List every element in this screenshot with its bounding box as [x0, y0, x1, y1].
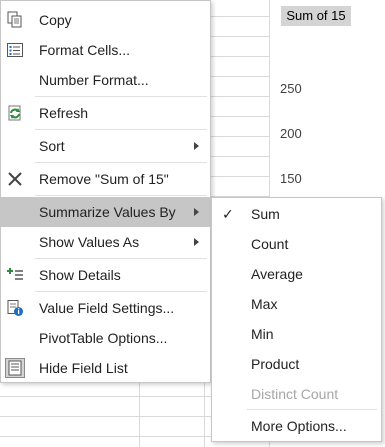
- y-axis-tick-label: 200: [280, 126, 302, 141]
- menu-item-copy[interactable]: Copy: [1, 5, 211, 35]
- menu-item-show-values-as[interactable]: Show Values As: [1, 227, 211, 257]
- submenu-item-label: Min: [251, 326, 274, 342]
- value-field-button[interactable]: Sum of 15: [281, 6, 351, 26]
- menu-item-remove-field[interactable]: Remove "Sum of 15": [1, 164, 211, 194]
- menu-separator: [35, 162, 207, 163]
- submenu-item-label: Average: [251, 266, 303, 282]
- submenu-item-more-options[interactable]: More Options...: [212, 411, 381, 441]
- menu-item-label: PivotTable Options...: [39, 330, 168, 346]
- menu-item-hide-field-list[interactable]: Hide Field List: [1, 353, 211, 383]
- menu-item-label: Show Details: [39, 267, 121, 283]
- submenu-item-min[interactable]: Min: [212, 319, 381, 349]
- menu-item-value-field-settings[interactable]: Value Field Settings...: [1, 293, 211, 323]
- submenu-item-average[interactable]: Average: [212, 259, 381, 289]
- submenu-item-label: More Options...: [251, 418, 347, 434]
- menu-item-label: Copy: [39, 12, 72, 28]
- menu-item-label: Remove "Sum of 15": [39, 171, 169, 187]
- submenu-item-label: Sum: [251, 206, 280, 222]
- show-details-icon: [5, 265, 25, 285]
- submenu-item-label: Product: [251, 356, 300, 372]
- submenu-item-label: Max: [251, 296, 278, 312]
- menu-item-sort[interactable]: Sort: [1, 131, 211, 161]
- copy-icon: [5, 10, 25, 30]
- menu-item-show-details[interactable]: Show Details: [1, 260, 211, 290]
- menu-separator: [35, 258, 207, 259]
- menu-item-refresh[interactable]: Refresh: [1, 98, 211, 128]
- menu-separator: [35, 96, 207, 97]
- menu-item-pivottable-options[interactable]: PivotTable Options...: [1, 323, 211, 353]
- menu-item-summarize-values-by[interactable]: Summarize Values By: [1, 197, 211, 227]
- submenu-arrow-icon: [194, 208, 199, 216]
- menu-item-label: Format Cells...: [39, 42, 131, 58]
- menu-separator: [35, 195, 207, 196]
- menu-item-label: Refresh: [39, 105, 89, 121]
- field-list-icon: [5, 358, 25, 378]
- menu-item-label: Summarize Values By: [39, 204, 176, 220]
- submenu-item-distinct-count: Distinct Count: [212, 379, 381, 409]
- y-axis-tick-label: 150: [280, 171, 302, 186]
- summarize-values-submenu: ✓ Sum Count Average Max Min Product Dist…: [211, 197, 382, 442]
- checkmark-icon: ✓: [222, 206, 234, 222]
- submenu-item-label: Count: [251, 236, 289, 252]
- submenu-item-product[interactable]: Product: [212, 349, 381, 379]
- context-menu: Copy Format Cells... Number Format... Re…: [0, 0, 211, 383]
- remove-icon: [5, 169, 25, 189]
- excel-window: Sum of 15 250 200 150 Copy Format Cells.…: [0, 0, 385, 447]
- menu-item-label: Hide Field List: [39, 360, 128, 376]
- menu-item-number-format[interactable]: Number Format...: [1, 65, 211, 95]
- submenu-item-label: Distinct Count: [251, 386, 339, 402]
- menu-item-label: Value Field Settings...: [39, 300, 175, 316]
- menu-item-label: Show Values As: [39, 234, 140, 250]
- menu-separator: [247, 409, 377, 410]
- refresh-icon: [5, 103, 25, 123]
- menu-separator: [35, 129, 207, 130]
- menu-item-label: Number Format...: [39, 72, 149, 88]
- menu-item-format-cells[interactable]: Format Cells...: [1, 35, 211, 65]
- menu-separator: [35, 291, 207, 292]
- submenu-item-sum[interactable]: ✓ Sum: [212, 199, 381, 229]
- y-axis-tick-label: 250: [280, 81, 302, 96]
- submenu-arrow-icon: [194, 238, 199, 246]
- submenu-arrow-icon: [194, 142, 199, 150]
- submenu-item-max[interactable]: Max: [212, 289, 381, 319]
- menu-item-label: Sort: [39, 138, 65, 154]
- submenu-item-count[interactable]: Count: [212, 229, 381, 259]
- value-field-settings-icon: [5, 298, 25, 318]
- format-cells-icon: [5, 40, 25, 60]
